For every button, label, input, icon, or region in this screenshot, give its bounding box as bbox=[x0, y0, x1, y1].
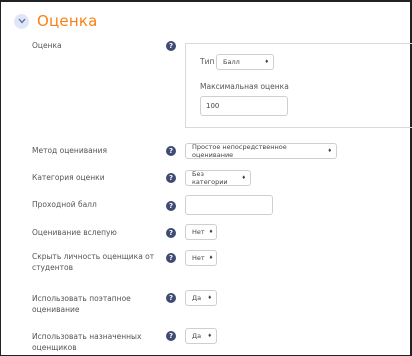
section-header[interactable]: Оценка bbox=[14, 12, 98, 30]
grade-label: Оценка bbox=[32, 41, 62, 50]
grade-type-label: Тип bbox=[200, 57, 215, 66]
caret-icon: ♦ bbox=[207, 333, 212, 339]
marking-workflow-label: Использовать поэтапное оценивание bbox=[32, 294, 131, 314]
help-icon[interactable]: ? bbox=[166, 331, 176, 341]
hide-grader-select[interactable]: Нет ♦ bbox=[185, 250, 217, 266]
help-icon[interactable]: ? bbox=[166, 201, 176, 211]
max-grade-value: 100 bbox=[206, 102, 220, 110]
pass-grade-input[interactable] bbox=[185, 195, 273, 215]
blind-marking-label: Оценивание вслепую bbox=[32, 228, 117, 237]
max-grade-input[interactable]: 100 bbox=[200, 96, 288, 116]
marking-workflow-select[interactable]: Да ♦ bbox=[185, 290, 217, 306]
marking-workflow-value: Да bbox=[192, 294, 202, 302]
caret-icon: ♦ bbox=[264, 59, 269, 65]
chevron-down-icon[interactable] bbox=[14, 13, 29, 29]
marking-allocation-value: Да bbox=[192, 332, 202, 340]
help-icon[interactable]: ? bbox=[166, 146, 176, 156]
max-grade-label: Максимальная оценка bbox=[200, 82, 289, 91]
help-icon[interactable]: ? bbox=[166, 228, 176, 238]
grading-method-value: Простое непосредственное оценивание bbox=[192, 143, 287, 159]
grade-category-label: Категория оценки bbox=[32, 173, 105, 182]
blind-marking-value: Нет bbox=[192, 228, 205, 236]
section-title: Оценка bbox=[37, 12, 98, 30]
pass-grade-label: Проходной балл bbox=[32, 200, 97, 209]
grading-method-label: Метод оценивания bbox=[32, 146, 108, 155]
help-icon[interactable]: ? bbox=[166, 41, 176, 51]
grade-type-select[interactable]: Балл ♦ bbox=[216, 54, 274, 70]
marking-allocation-label: Использовать назначенных оценщиков bbox=[32, 332, 142, 352]
grade-category-value: Без категории bbox=[192, 170, 228, 186]
caret-icon: ♦ bbox=[207, 295, 212, 301]
grading-method-select[interactable]: Простое непосредственное оценивание ♦ bbox=[185, 143, 337, 159]
marking-allocation-select[interactable]: Да ♦ bbox=[185, 328, 217, 344]
blind-marking-select[interactable]: Нет ♦ bbox=[185, 224, 217, 240]
help-icon[interactable]: ? bbox=[166, 293, 176, 303]
grade-category-select[interactable]: Без категории ♦ bbox=[185, 170, 251, 186]
caret-icon: ♦ bbox=[327, 148, 332, 154]
caret-icon: ♦ bbox=[208, 255, 214, 261]
caret-icon: ♦ bbox=[241, 175, 246, 181]
grade-fieldset: Тип Балл ♦ Максимальная оценка 100 bbox=[185, 43, 412, 128]
grade-type-value: Балл bbox=[223, 58, 240, 66]
caret-icon: ♦ bbox=[208, 229, 214, 235]
help-icon[interactable]: ? bbox=[166, 173, 176, 183]
help-icon[interactable]: ? bbox=[166, 253, 176, 263]
hide-grader-label: Скрыть личность оценщика от студентов bbox=[32, 252, 155, 272]
hide-grader-value: Нет bbox=[192, 254, 205, 262]
